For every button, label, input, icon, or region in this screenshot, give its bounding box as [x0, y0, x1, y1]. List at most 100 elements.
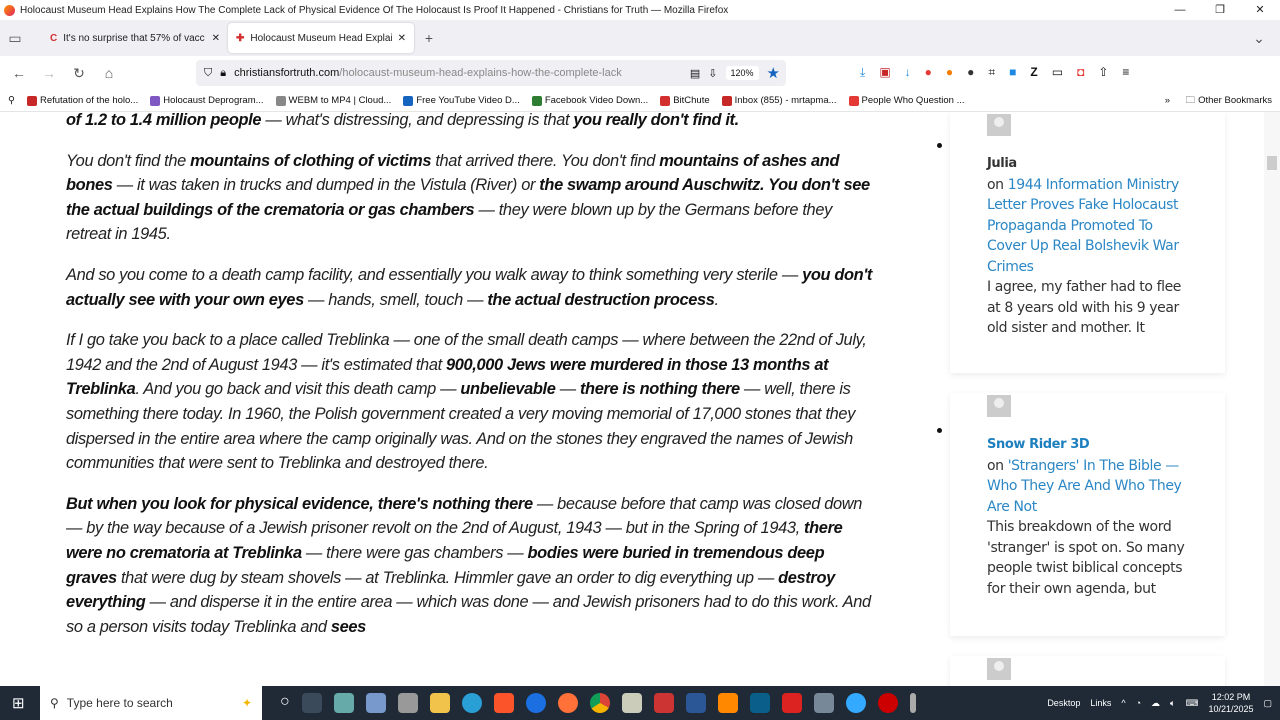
bookmark-item[interactable]: People Who Question ...	[848, 95, 965, 106]
z-extension-icon[interactable]: Z	[1030, 65, 1037, 80]
forward-button[interactable]: →	[34, 65, 64, 81]
app-icon[interactable]	[749, 693, 770, 713]
m-extension-icon[interactable]: ●	[967, 65, 974, 80]
minimize-button[interactable]: —	[1160, 0, 1200, 20]
comment-author-link[interactable]: Snow Rider 3D	[987, 435, 1188, 456]
chevron-down-icon[interactable]: ⌄	[1244, 30, 1274, 47]
taskbar-search[interactable]: ⚲ Type here to search ✦	[40, 686, 262, 720]
new-tab-button[interactable]: +	[414, 30, 444, 46]
tab-strip: ▭ C It's no surprise that 57% of vacc ✕ …	[0, 20, 1280, 56]
list-bullet	[937, 143, 942, 148]
extension-counter-icon[interactable]: ▣	[879, 65, 890, 80]
app-icon[interactable]	[397, 693, 418, 713]
microphone-icon[interactable]	[909, 693, 916, 713]
tab-vaccine[interactable]: C It's no surprise that 57% of vacc ✕	[42, 23, 228, 53]
reload-button[interactable]: ↻	[64, 65, 94, 82]
bookmark-item[interactable]: Free YouTube Video D...	[403, 95, 520, 106]
bookmark-manager-icon[interactable]: ⚲	[8, 95, 15, 106]
clock[interactable]: 12:02 PM 10/21/2025	[1208, 691, 1253, 715]
lock-icon[interactable]: 🔒︎	[220, 67, 226, 80]
recorder-icon[interactable]	[877, 693, 898, 713]
tab-holocaust-museum[interactable]: ✚ Holocaust Museum Head Explains ✕	[228, 23, 414, 53]
text-segment: .	[714, 290, 720, 309]
brave-icon[interactable]	[493, 693, 514, 713]
shield-icon[interactable]: ⛉	[204, 67, 212, 80]
menu-icon[interactable]: ≡	[1122, 65, 1129, 80]
windows-start-icon[interactable]: ⊞	[12, 694, 25, 712]
bookmark-item[interactable]: Holocaust Deprogram...	[150, 95, 264, 106]
camera-app-icon[interactable]	[813, 693, 834, 713]
vlc-icon[interactable]	[717, 693, 738, 713]
edge-icon[interactable]	[845, 693, 866, 713]
article-body: of 1.2 to 1.4 million people — what's di…	[66, 112, 878, 655]
bookmark-favicon-icon	[150, 95, 161, 106]
comment-post-link[interactable]: 'Strangers' In The Bible — Who They Are …	[987, 458, 1182, 515]
bookmark-item[interactable]: Facebook Video Down...	[531, 95, 648, 106]
avatar	[987, 658, 1011, 680]
word-icon[interactable]	[685, 693, 706, 713]
desktop-toolbar[interactable]: Desktop	[1047, 698, 1080, 708]
recent-comment: Snow Rider 3D on 'Strangers' In The Bibl…	[950, 393, 1225, 636]
sparkle-icon: ✦	[241, 696, 252, 710]
screen-icon[interactable]: ▭	[1052, 65, 1063, 80]
bookmarks-bar: ⚲ Refutation of the holo... Holocaust Dep…	[0, 90, 1280, 112]
app-icon[interactable]	[365, 693, 386, 713]
maximize-button[interactable]: ❐	[1200, 0, 1240, 20]
reader-view-icon[interactable]: ▤	[690, 67, 700, 80]
task-view-icon[interactable]	[301, 693, 322, 713]
notifications-icon[interactable]: ▢	[1263, 698, 1272, 709]
close-tab-icon[interactable]: ✕	[212, 33, 220, 44]
scrollbar-thumb[interactable]	[1267, 156, 1277, 170]
firefox-taskbar-icon[interactable]	[557, 693, 578, 713]
scrollbar[interactable]	[1264, 112, 1280, 686]
extensions-icon[interactable]: ⇧	[1098, 65, 1108, 80]
app-icon[interactable]	[781, 693, 802, 713]
more-bookmarks-icon[interactable]: »	[1165, 95, 1170, 106]
downloads-icon[interactable]: ⤓	[860, 65, 865, 80]
app-icon[interactable]	[461, 693, 482, 713]
url-bar[interactable]: ⛉ 🔒︎ christiansfortruth.com/holocaust-mu…	[196, 60, 786, 86]
zoom-level[interactable]: 120%	[725, 66, 759, 80]
emphasized-text: mountains of clothing of victims	[190, 151, 432, 170]
bookmark-item[interactable]: BitChute	[660, 95, 710, 106]
comment-author: Julia	[987, 156, 1017, 171]
app-icon[interactable]	[333, 693, 354, 713]
duckduckgo-icon[interactable]: ●	[946, 65, 953, 80]
bookmark-favicon-icon	[275, 95, 286, 106]
article-paragraph: If I go take you back to a place called …	[66, 328, 878, 476]
keyboard-icon[interactable]: ⌨	[1185, 698, 1198, 709]
onedrive-icon[interactable]: ☁	[1151, 698, 1160, 709]
home-button[interactable]: ⌂	[94, 65, 124, 81]
close-tab-icon[interactable]: ✕	[398, 33, 406, 44]
bookmark-item[interactable]: WEBM to MP4 | Cloud...	[275, 95, 391, 106]
volume-icon[interactable]: 🔈︎	[1170, 698, 1175, 709]
close-window-button[interactable]: ✕	[1240, 0, 1280, 20]
chrome-icon[interactable]	[589, 693, 610, 713]
tab-list-icon[interactable]: ▭	[0, 30, 30, 47]
bookmark-favicon-icon	[721, 95, 732, 106]
links-toolbar[interactable]: Links	[1090, 698, 1111, 708]
bookmark-item[interactable]: Refutation of the holo...	[26, 95, 138, 106]
crop-icon[interactable]: ⌗	[988, 65, 995, 80]
other-bookmarks[interactable]: 🗀 Other Bookmarks	[1186, 93, 1272, 109]
zoom-extension-icon[interactable]: ■	[1009, 65, 1016, 80]
tab-favicon-icon: ✚	[236, 32, 245, 44]
bookmark-item[interactable]: Inbox (855) - mrtapma...	[721, 95, 837, 106]
back-button[interactable]: ←	[4, 65, 34, 81]
bookmark-star-icon[interactable]: ★	[767, 64, 780, 82]
app-icon[interactable]	[621, 693, 642, 713]
download-helper-icon[interactable]: ↓	[905, 65, 911, 80]
color-extension-icon[interactable]: ●	[925, 65, 932, 80]
emphasized-text: sees	[330, 617, 366, 636]
bookmark-favicon-icon	[848, 95, 859, 106]
save-page-icon[interactable]: ⇩	[708, 67, 717, 80]
network-icon[interactable]: ◔	[1136, 698, 1141, 708]
file-explorer-icon[interactable]	[429, 693, 450, 713]
cortana-icon[interactable]: ○	[280, 693, 290, 713]
app-icon[interactable]	[525, 693, 546, 713]
tray-chevron-icon[interactable]: ^	[1121, 698, 1125, 708]
comment-post-link[interactable]: 1944 Information Ministry Letter Proves …	[987, 177, 1179, 275]
app-icon[interactable]	[653, 693, 674, 713]
url-path: /holocaust-museum-head-explains-how-the-…	[339, 67, 622, 79]
camera-icon[interactable]: ◘	[1077, 65, 1084, 80]
